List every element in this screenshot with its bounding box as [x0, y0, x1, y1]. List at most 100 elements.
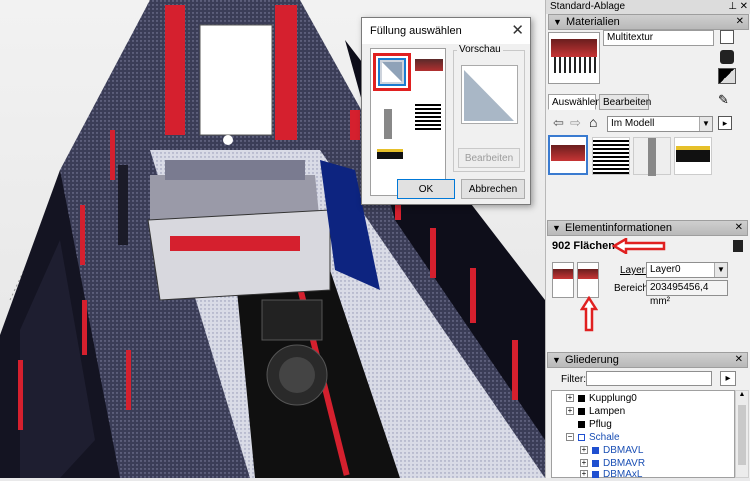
tree-item-label: Schale	[589, 432, 620, 443]
tree-item-schale[interactable]: − Schale	[566, 432, 620, 444]
tree-item-pflug[interactable]: Pflug	[578, 419, 612, 431]
layer-label: Layer:	[620, 265, 648, 276]
chevron-down-icon[interactable]: ▼	[699, 117, 712, 131]
expand-plus-icon[interactable]: +	[580, 446, 588, 455]
material-thumbnail-image-lower	[551, 57, 597, 73]
edit-texture-button[interactable]: Bearbeiten	[458, 148, 520, 168]
material-thumbnail[interactable]	[548, 32, 600, 84]
entity-material-swatch[interactable]	[552, 262, 574, 298]
outliner-title: Gliederung	[565, 354, 619, 366]
preview-triangle-icon	[462, 66, 517, 123]
swatch-display[interactable]	[674, 137, 712, 175]
details-arrow-icon[interactable]: ▸	[718, 116, 732, 130]
eye-dropper-icon[interactable]	[720, 30, 734, 44]
triangle-texture-icon	[382, 62, 402, 82]
tree-item-dbmaxl[interactable]: + DBMAxL	[580, 469, 642, 481]
preview-image	[461, 65, 518, 124]
material-swatch-list	[548, 135, 718, 179]
group-icon	[578, 407, 585, 415]
group-icon	[578, 394, 585, 402]
texture-thumb-pole[interactable]	[384, 109, 392, 139]
preview-label: Vorschau	[457, 44, 503, 55]
group-icon	[578, 420, 585, 428]
outliner-header[interactable]: ▼ Gliederung ✕	[547, 352, 748, 368]
texture-thumb-grid[interactable]	[415, 104, 441, 130]
tree-item-label: DBMAVR	[603, 458, 646, 469]
filter-input[interactable]	[586, 371, 712, 386]
group-icon	[592, 470, 599, 478]
forward-icon[interactable]: ⇨	[570, 115, 581, 131]
tree-item-kupplung0[interactable]: + Kupplung0	[566, 393, 637, 405]
material-name-field[interactable]: Multitextur	[603, 30, 714, 46]
collapse-minus-icon[interactable]: −	[566, 433, 574, 442]
outliner-scrollbar[interactable]: ▲	[735, 390, 749, 478]
swatch-pole-image	[648, 138, 656, 176]
expand-plus-icon[interactable]: +	[566, 394, 574, 403]
tab-edit[interactable]: Bearbeiten	[599, 94, 651, 110]
cancel-button[interactable]: Abbrechen	[461, 179, 525, 199]
entity-info-header[interactable]: ▼ Elementinformationen ✕	[547, 220, 748, 236]
collapse-triangle-icon[interactable]: ▼	[552, 221, 561, 235]
close-icon[interactable]: ✕	[511, 21, 524, 39]
select-fill-dialog: Füllung auswählen ✕ Vorschau Bearbeiten …	[361, 17, 531, 205]
tree-item-dbmavl[interactable]: + DBMAVL	[580, 445, 643, 457]
expand-plus-icon[interactable]: +	[566, 407, 574, 416]
collapse-triangle-icon[interactable]: ▼	[552, 353, 561, 367]
material-thumbnail-image	[551, 39, 597, 57]
texture-thumb-display[interactable]	[377, 149, 403, 159]
expand-plus-icon[interactable]: +	[580, 470, 588, 479]
tree-item-label: Pflug	[589, 419, 612, 430]
entity-info-options-icon[interactable]	[733, 240, 743, 252]
chevron-down-icon[interactable]: ▼	[714, 263, 727, 277]
close-icon[interactable]: ✕	[735, 221, 743, 235]
swatch-multitexture-image	[551, 145, 585, 161]
tree-item-label: DBMAVL	[603, 445, 644, 456]
swatch-pole[interactable]	[633, 137, 671, 176]
tray-title: Standard-Ablage	[550, 1, 626, 12]
library-select[interactable]: Im Modell ▼	[607, 116, 713, 132]
face-count: 902 Flächen	[552, 240, 615, 252]
collapse-triangle-icon[interactable]: ▼	[553, 15, 562, 29]
texture-thumb-train[interactable]	[415, 59, 443, 71]
expand-plus-icon[interactable]: +	[580, 459, 588, 468]
sample-paint-icon[interactable]: ✎	[718, 92, 732, 108]
filter-label: Filter:	[561, 374, 586, 385]
ok-button[interactable]: OK	[397, 179, 455, 199]
swatch-grid[interactable]	[592, 137, 630, 175]
tray-titlebar: Standard-Ablage ⊥ ✕	[546, 0, 750, 14]
entity-material-image	[553, 269, 573, 279]
back-icon[interactable]: ⇦	[553, 115, 564, 131]
annotation-arrow-left	[611, 236, 666, 257]
annotation-arrow-up	[579, 295, 599, 335]
scroll-up-icon[interactable]: ▲	[736, 391, 748, 398]
close-icon[interactable]: ✕	[740, 0, 748, 14]
entity-back-material-image	[578, 269, 598, 279]
texture-list[interactable]	[370, 48, 446, 196]
library-select-value: Im Modell	[611, 118, 655, 129]
selected-texture-frame	[378, 58, 406, 86]
area-field: 203495456,4 mm²	[646, 280, 728, 307]
create-material-icon[interactable]	[720, 50, 734, 64]
default-material-icon[interactable]	[718, 68, 736, 84]
home-icon[interactable]: ⌂	[589, 114, 597, 130]
swatch-display-image	[676, 146, 710, 162]
outliner-options-icon[interactable]: ▸	[720, 371, 736, 386]
dialog-titlebar[interactable]: Füllung auswählen ✕	[362, 18, 530, 44]
pin-icon[interactable]: ⊥	[728, 0, 737, 14]
swatch-multitexture[interactable]	[548, 135, 588, 175]
group-icon	[592, 459, 599, 467]
close-icon[interactable]: ✕	[735, 353, 743, 367]
layer-select-value: Layer0	[650, 264, 681, 275]
scroll-thumb[interactable]	[738, 405, 746, 465]
annotation-arrow-up-icon	[579, 295, 599, 332]
entity-back-material-swatch[interactable]	[577, 262, 599, 298]
materials-header[interactable]: ▼ Materialien ✕	[548, 14, 749, 30]
annotation-arrow-left-icon	[611, 236, 666, 256]
dialog-title: Füllung auswählen	[370, 25, 462, 37]
tree-item-lampen[interactable]: + Lampen	[566, 406, 625, 418]
layer-select[interactable]: Layer0 ▼	[646, 262, 728, 278]
group-icon	[592, 446, 599, 454]
close-icon[interactable]: ✕	[736, 15, 744, 29]
tab-select[interactable]: Auswählen	[548, 94, 601, 110]
selected-texture-thumb[interactable]	[373, 53, 411, 91]
